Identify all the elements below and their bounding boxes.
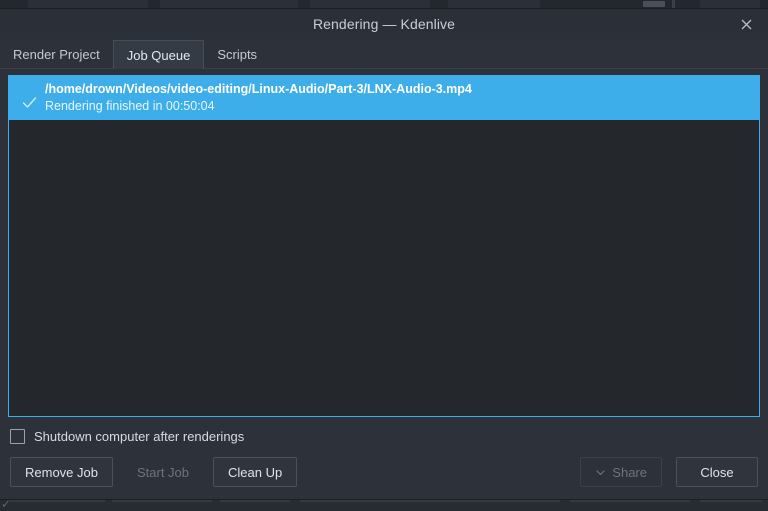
start-job-button: Start Job: [122, 457, 204, 487]
background-drag-handle: [672, 0, 675, 9]
dialog-title: Rendering — Kdenlive: [312, 16, 456, 32]
tab-scripts[interactable]: Scripts: [204, 40, 270, 69]
button-label: Remove Job: [25, 464, 98, 480]
dialog-tabbar: Render Project Job Queue Scripts: [0, 39, 768, 69]
background-chip: [310, 0, 430, 8]
share-button: Share: [580, 457, 662, 487]
rendering-dialog: Rendering — Kdenlive Render Project Job …: [0, 9, 768, 499]
close-icon[interactable]: [724, 9, 768, 39]
button-label: Share: [612, 464, 647, 480]
shutdown-checkbox-label[interactable]: Shutdown computer after renderings: [34, 429, 244, 444]
job-status-text: Rendering finished in 00:50:04: [45, 99, 215, 113]
dialog-titlebar[interactable]: Rendering — Kdenlive: [0, 9, 768, 39]
tab-render-project[interactable]: Render Project: [0, 40, 113, 69]
button-label: Clean Up: [228, 464, 283, 480]
dialog-button-bar: Remove Job Start Job Clean Up Share Clos…: [8, 453, 760, 499]
remove-job-button[interactable]: Remove Job: [10, 457, 113, 487]
job-list-item[interactable]: /home/drown/Videos/video-editing/Linux-A…: [9, 76, 759, 120]
tab-label: Render Project: [13, 47, 100, 62]
background-chip: [28, 0, 148, 8]
checkmark-icon: [13, 86, 45, 111]
job-queue-list[interactable]: /home/drown/Videos/video-editing/Linux-A…: [8, 75, 760, 417]
background-chip: [700, 0, 760, 8]
job-item-text: /home/drown/Videos/video-editing/Linux-A…: [45, 81, 472, 115]
clean-up-button[interactable]: Clean Up: [213, 457, 298, 487]
tab-job-queue[interactable]: Job Queue: [112, 40, 205, 69]
job-output-path: /home/drown/Videos/video-editing/Linux-A…: [45, 82, 472, 97]
dialog-body: /home/drown/Videos/video-editing/Linux-A…: [0, 69, 768, 499]
close-button[interactable]: Close: [676, 457, 758, 487]
button-label: Start Job: [136, 464, 190, 480]
background-drag-handle: [643, 1, 665, 7]
tab-label: Job Queue: [126, 47, 191, 63]
background-chip: [448, 0, 540, 8]
shutdown-checkbox[interactable]: [10, 428, 25, 444]
tab-label: Scripts: [217, 47, 258, 62]
chevron-down-icon: [596, 469, 605, 475]
button-label: Close: [700, 464, 734, 480]
shutdown-option-row: Shutdown computer after renderings: [8, 419, 760, 453]
background-chip: [160, 0, 298, 8]
